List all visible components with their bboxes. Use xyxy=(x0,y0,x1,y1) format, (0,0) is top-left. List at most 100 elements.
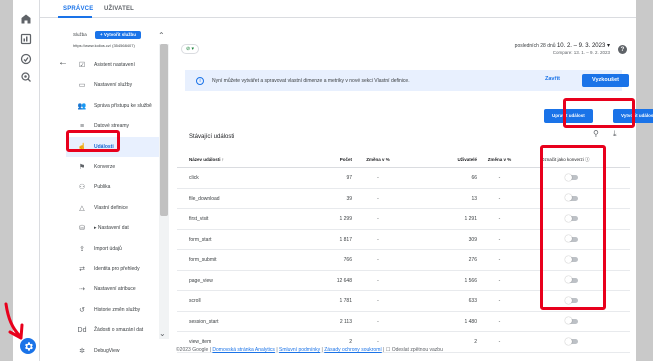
identity-icon: ⇄ xyxy=(79,266,85,273)
event-name-cell[interactable]: session_start xyxy=(189,312,218,332)
event-name-cell[interactable]: click xyxy=(189,168,199,188)
count-change-cell: - xyxy=(377,216,379,222)
footer-link-home[interactable]: Domovská stránka Analytics xyxy=(212,347,275,353)
chevron-down-icon[interactable]: ⌄ xyxy=(159,329,166,338)
sidebar-item-label: Nastavení atribuce xyxy=(94,286,136,293)
users-cell: 13 xyxy=(471,195,477,202)
header-count[interactable]: Počet xyxy=(302,151,352,168)
users-change-cell: - xyxy=(498,195,501,202)
users-cell: 633 xyxy=(468,298,477,304)
count-cell: 1 781 xyxy=(339,298,352,304)
users-change-cell: - xyxy=(498,318,501,325)
audience-icon: ⚇ xyxy=(78,184,86,192)
count-change-cell: - xyxy=(377,236,379,243)
help-icon[interactable]: ? xyxy=(618,45,627,54)
create-service-button[interactable]: + Vytvořit službu xyxy=(95,31,141,39)
date-range-compare: Compare: 13. 1. – 9. 2. 2023 xyxy=(552,50,610,55)
explore-icon[interactable] xyxy=(19,52,33,66)
users-cell: 309 xyxy=(468,236,477,243)
header-count-change[interactable]: Změna v % xyxy=(363,151,393,168)
sidebar-item[interactable]: ▭ Nastavení služby xyxy=(66,75,159,95)
sidebar-item[interactable]: ⇪ Import údajů xyxy=(66,239,159,259)
sidebar-item-label: Nastavení služby xyxy=(94,82,133,89)
sidebar-item[interactable]: ⛁ ▸ Nastavení dat xyxy=(66,218,159,238)
banner-text: Nyní můžete vytvářet a spravovat vlastní… xyxy=(212,77,410,84)
dd-icon: Dd xyxy=(77,326,87,334)
sidebar-item-label: ▸ Nastavení dat xyxy=(94,225,129,232)
footer-copyright: ©2023 Google | xyxy=(176,347,212,353)
sidebar-item-label: Žádosti o smazání dat xyxy=(94,327,144,334)
event-name-cell[interactable]: page_view xyxy=(189,271,213,291)
event-name-cell[interactable]: form_submit xyxy=(189,250,217,270)
sidebar-item-label: Identita pro přehledy xyxy=(94,266,140,272)
home-icon[interactable] xyxy=(19,12,33,26)
admin-settings-button[interactable] xyxy=(20,338,36,354)
property-icon: ▭ xyxy=(78,82,86,90)
count-cell: 12 648 xyxy=(336,277,352,284)
download-icon[interactable]: ⤓ xyxy=(613,129,617,139)
sidebar-item[interactable]: ⚑ Konverze xyxy=(66,157,159,177)
sidebar-scrollbar-thumb[interactable] xyxy=(160,44,168,216)
sidebar-item[interactable]: 👥 Správa přístupu ke službě xyxy=(66,96,159,116)
users-change-cell: - xyxy=(498,236,501,243)
upload-icon: ⇪ xyxy=(79,245,85,253)
count-change-cell: - xyxy=(377,195,379,202)
sidebar-item[interactable]: ⚇ Publika xyxy=(66,177,159,197)
event-name-cell[interactable]: form_start xyxy=(189,230,212,250)
search-icon[interactable]: ⚲ xyxy=(593,129,599,138)
conversion-toggle[interactable] xyxy=(565,317,579,325)
tab-user[interactable]: UŽIVATEL xyxy=(104,6,134,12)
count-change-cell: - xyxy=(377,175,379,181)
events-table-card: Stávající události ⚲ ⤓ Název události ↑ … xyxy=(177,126,630,353)
banner-try-button[interactable]: Vyzkoušet xyxy=(582,74,630,87)
sidebar-item[interactable]: ☑ Asistent nastavení xyxy=(66,55,159,75)
header-users-change[interactable]: Změna v % xyxy=(482,151,517,168)
sidebar-item[interactable]: △ Vlastní definice xyxy=(66,198,159,218)
active-tab-indicator xyxy=(58,16,92,18)
footer-link-privacy[interactable]: Zásady ochrony soukromí xyxy=(324,347,382,353)
annotation-box-conversion-toggles xyxy=(540,145,606,310)
page-footer: ©2023 Google | Domovská stránka Analytic… xyxy=(176,347,443,353)
users-change-cell: - xyxy=(498,339,501,345)
count-cell: 2 113 xyxy=(339,318,352,325)
tab-admin[interactable]: SPRÁVCE xyxy=(63,6,93,12)
conversion-toggle[interactable] xyxy=(565,337,579,345)
service-label: Služba xyxy=(73,32,87,37)
chevron-up-icon[interactable]: ⌃ xyxy=(158,31,165,40)
users-cell: 276 xyxy=(468,257,477,263)
count-change-cell: - xyxy=(377,318,379,325)
service-url: https://www.kolios.cz/ (354568407) xyxy=(73,43,135,48)
count-change-cell: - xyxy=(377,298,379,304)
banner-dismiss-button[interactable]: Zavřít xyxy=(545,76,560,82)
count-cell: 766 xyxy=(343,257,352,263)
reports-icon[interactable] xyxy=(19,32,33,46)
count-cell: 1 299 xyxy=(339,216,352,222)
status-chip[interactable]: ⊘ ▾ xyxy=(181,44,199,54)
event-name-cell[interactable]: file_download xyxy=(189,189,220,209)
users-change-cell: - xyxy=(498,277,501,284)
sidebar-item[interactable]: ↺ Historie změn služby xyxy=(66,300,159,320)
info-icon: i xyxy=(196,76,204,85)
event-name-cell[interactable]: first_visit xyxy=(189,209,208,229)
count-cell: 97 xyxy=(346,175,352,181)
table-title: Stávající události xyxy=(189,134,235,140)
event-name-cell[interactable]: scroll xyxy=(189,291,201,311)
footer-feedback[interactable]: | ☐ Odeslat zpětnou vazbu xyxy=(383,347,443,353)
advertising-icon[interactable] xyxy=(19,70,33,84)
checklist-icon: ☑ xyxy=(78,62,86,69)
footer-link-terms[interactable]: Smluvní podmínky xyxy=(279,347,320,353)
sidebar-item[interactable]: ⇄ Identita pro přehledy xyxy=(66,259,159,279)
sidebar-item-label: Import údajů xyxy=(94,245,122,252)
flag-icon: ⚑ xyxy=(78,164,86,171)
users-change-cell: - xyxy=(498,257,501,263)
attribution-icon: ⇢ xyxy=(79,286,85,294)
header-event-name[interactable]: Název události ↑ xyxy=(189,151,224,168)
sidebar-item[interactable]: ✲ DebugView xyxy=(66,341,159,361)
count-change-cell: - xyxy=(377,277,379,284)
sidebar-item[interactable]: ⇢ Nastavení atribuce xyxy=(66,279,159,299)
date-range-picker[interactable]: posledních 28 dnů 10. 2. – 9. 3. 2023 ▾ … xyxy=(515,42,610,55)
header-users[interactable]: Uživatelé xyxy=(432,151,477,168)
sidebar-item[interactable]: Dd Žádosti o smazání dat xyxy=(66,320,159,340)
sidebar-item-label: Publika xyxy=(94,184,111,191)
sidebar-item-label: Konverze xyxy=(94,164,116,170)
